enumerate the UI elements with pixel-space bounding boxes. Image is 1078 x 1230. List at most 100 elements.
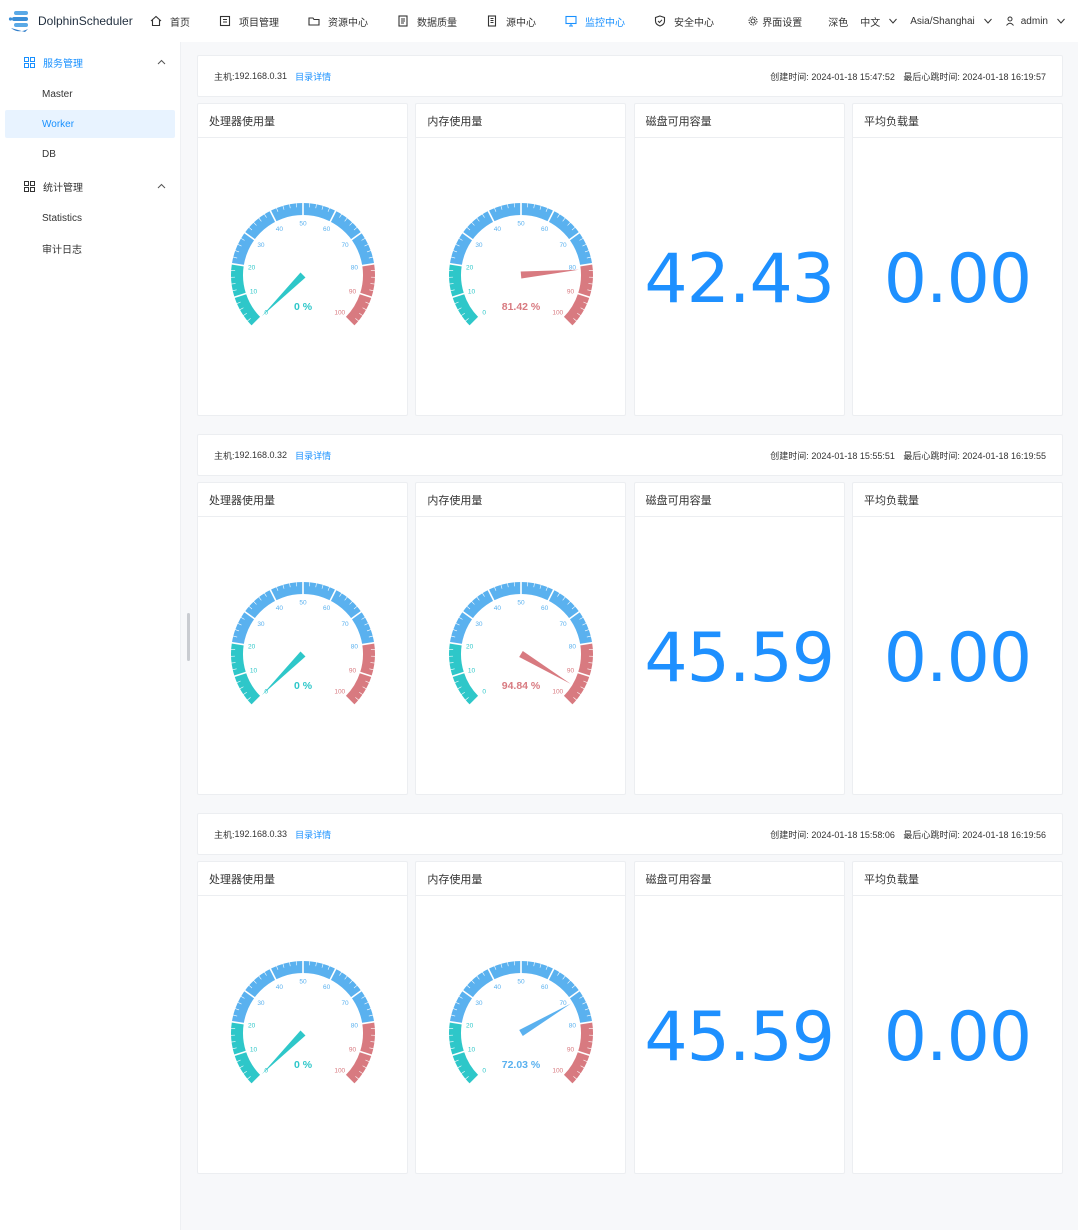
grid-icon <box>24 180 35 192</box>
memory-usage-card: 内存使用量 0 10 20 30 40 50 60 70 80 90 100 72.03 % <box>415 861 627 1174</box>
worker-block: 主机: 192.168.0.32 目录详情 创建时间: 2024-01-18 1… <box>197 434 1063 795</box>
gauge-tick-label: 70 <box>560 621 568 628</box>
card-title: 处理器使用量 <box>198 104 407 138</box>
heartbeat-value: 2024-01-18 16:19:55 <box>962 450 1046 461</box>
home-icon <box>150 15 162 27</box>
worker-info-bar: 主机: 192.168.0.33 目录详情 创建时间: 2024-01-18 1… <box>197 813 1063 855</box>
card-title: 磁盘可用容量 <box>634 862 844 896</box>
chevron-down-icon <box>1057 18 1065 24</box>
load-average-card: 平均负载量 0.00 <box>851 861 1063 1174</box>
gauge-tick-label: 50 <box>518 600 526 607</box>
gauge-tick-label: 70 <box>341 242 349 249</box>
created-label: 创建时间: <box>770 450 812 461</box>
gauge-tick-label: 30 <box>476 621 484 628</box>
gauge-tick-label: 0 <box>483 688 487 695</box>
cpu-usage-card: 处理器使用量 0 10 20 30 40 50 60 70 80 90 100 0 % <box>197 103 408 416</box>
timezone-select[interactable]: Asia/Shanghai <box>910 16 993 27</box>
app-logo[interactable]: DolphinScheduler <box>0 0 150 42</box>
created-value: 2024-01-18 15:58:06 <box>811 829 895 840</box>
sidebar-item-db[interactable]: DB <box>5 140 175 168</box>
directory-detail-link[interactable]: 目录详情 <box>295 449 331 462</box>
cpu-gauge: 01020304050607080901000 % <box>230 202 376 327</box>
gauge-tick-label: 30 <box>257 242 265 249</box>
document-icon <box>398 15 408 27</box>
created-label: 创建时间: <box>770 829 812 840</box>
sidebar-item-audit-log[interactable]: 审计日志 <box>5 234 175 262</box>
gauge-tick-label: 50 <box>518 221 526 228</box>
language-select[interactable]: 中文 <box>860 14 898 29</box>
theme-toggle[interactable]: 深色 <box>828 14 848 29</box>
host-label: 主机: <box>214 829 235 840</box>
sidebar-collapse-handle[interactable] <box>187 613 190 661</box>
nav-datasource[interactable]: 源中心 <box>486 0 551 42</box>
gauge-tick-label: 60 <box>323 226 331 233</box>
heartbeat-label: 最后心跳时间: <box>903 829 963 840</box>
dolphin-logo-icon <box>8 11 28 32</box>
disk-available-value: 42.43 <box>644 240 835 319</box>
gauge-tick-label: 80 <box>351 264 359 271</box>
gauge-tick-label: 90 <box>567 289 575 296</box>
gauge-tick-label: 50 <box>299 979 307 986</box>
gauge-tick-label: 60 <box>541 226 549 233</box>
sidebar-item-worker[interactable]: Worker <box>5 110 175 138</box>
cpu-gauge: 01020304050607080901000 % <box>230 581 376 706</box>
gauge-tick-label: 20 <box>466 1022 474 1029</box>
nav-project[interactable]: 项目管理 <box>219 0 294 42</box>
directory-detail-link[interactable]: 目录详情 <box>295 70 331 83</box>
grid-icon <box>24 56 35 68</box>
heartbeat-label: 最后心跳时间: <box>903 450 963 461</box>
user-menu[interactable]: admin <box>1005 16 1066 27</box>
load-average-card: 平均负载量 0.00 <box>851 482 1063 795</box>
sidebar-group-service[interactable]: 服务管理 <box>0 46 180 78</box>
memory-gauge: 010203040506070809010081.42 % <box>448 202 594 327</box>
gauge-tick-label: 40 <box>494 226 502 233</box>
gauge-tick-label: 80 <box>569 1022 577 1029</box>
host-label: 主机: <box>214 450 235 461</box>
gauge-tick-label: 100 <box>334 309 345 316</box>
card-title: 内存使用量 <box>416 862 626 896</box>
host-value: 192.168.0.33 <box>234 829 288 839</box>
chevron-down-icon <box>889 18 898 24</box>
gauge-pointer <box>521 269 580 279</box>
gauge-tick-label: 20 <box>248 264 256 271</box>
gauge-tick-label: 90 <box>567 1047 575 1054</box>
nav-home[interactable]: 首页 <box>150 0 205 42</box>
worker-block: 主机: 192.168.0.33 目录详情 创建时间: 2024-01-18 1… <box>197 813 1063 1174</box>
worker-info-bar: 主机: 192.168.0.31 目录详情 创建时间: 2024-01-18 1… <box>197 55 1063 97</box>
load-average-value: 0.00 <box>883 619 1032 698</box>
folder-icon <box>308 17 320 26</box>
project-icon <box>219 15 231 27</box>
memory-usage-card: 内存使用量 0 10 20 30 40 50 60 70 80 90 100 94.84 % <box>415 482 627 795</box>
monitor-icon <box>565 15 577 27</box>
gauge-pointer <box>519 651 572 684</box>
sidebar-item-master[interactable]: Master <box>5 80 175 108</box>
gauge-tick-label: 10 <box>468 1047 476 1054</box>
main-content: 主机: 192.168.0.31 目录详情 创建时间: 2024-01-18 1… <box>197 55 1063 1192</box>
nav-monitor[interactable]: 监控中心 <box>565 0 640 42</box>
disk-available-card: 磁盘可用容量 42.43 <box>633 103 845 416</box>
sidebar-group-statistics[interactable]: 统计管理 <box>0 170 180 202</box>
gauge-tick-label: 70 <box>341 621 349 628</box>
directory-detail-link[interactable]: 目录详情 <box>295 828 331 841</box>
gauge-tick-label: 30 <box>257 621 265 628</box>
nav-security[interactable]: 安全中心 <box>654 0 729 42</box>
gauge-tick-label: 100 <box>334 688 345 695</box>
load-average-card: 平均负载量 0.00 <box>851 103 1063 416</box>
gauge-tick-label: 10 <box>468 668 476 675</box>
load-average-value: 0.00 <box>883 240 1032 319</box>
gauge-tick-label: 100 <box>553 1067 564 1074</box>
nav-resource[interactable]: 资源中心 <box>308 0 383 42</box>
sidebar-item-statistics[interactable]: Statistics <box>5 204 175 232</box>
card-title: 内存使用量 <box>416 483 626 517</box>
gauge-tick-label: 10 <box>250 289 258 296</box>
header-right: 界面设置 深色 中文 Asia/Shanghai admin <box>748 0 1078 42</box>
user-icon <box>1005 16 1014 26</box>
gauge-tick-label: 30 <box>476 242 484 249</box>
card-title: 处理器使用量 <box>198 483 407 517</box>
nav-data-quality[interactable]: 数据质量 <box>397 0 472 42</box>
chevron-down-icon <box>983 18 992 24</box>
ui-settings-button[interactable]: 界面设置 <box>748 14 802 29</box>
gauge-tick-label: 10 <box>468 289 476 296</box>
gauge-tick-label: 40 <box>276 984 284 991</box>
gauge-tick-label: 100 <box>553 688 564 695</box>
